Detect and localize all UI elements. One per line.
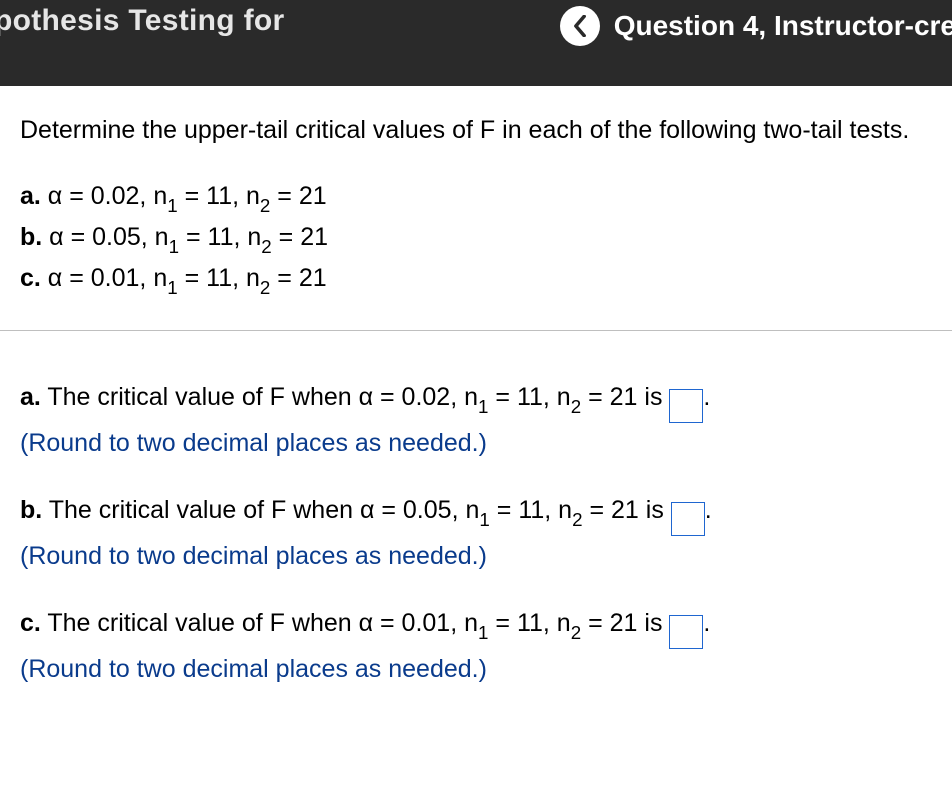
part-label: c. [20,609,41,637]
part-label: a. [20,182,41,210]
n2-value: 21 [610,609,638,637]
prev-question-button[interactable] [560,6,600,46]
question-prompt: Determine the upper-tail critical values… [20,116,932,145]
part-label: b. [20,496,42,524]
question-nav: Question 4, Instructor-cre [560,6,952,46]
given-part-c: c. α = 0.01, n1 = 11, n2 = 21 [20,259,932,300]
alpha-value: 0.01 [91,264,140,292]
part-label: a. [20,383,41,411]
n2-value: 21 [611,496,639,524]
n1-value: 11 [206,182,232,210]
n1-value: 11 [517,609,543,637]
period: . [703,609,710,637]
answer-part-a: a. The critical value of F when α = 0.02… [20,379,932,462]
divider [0,330,952,331]
is-word: is [644,383,662,411]
period: . [703,383,710,411]
answer-lead: The critical value of F when [47,609,351,637]
rounding-hint: (Round to two decimal places as needed.) [20,538,932,576]
alpha-value: 0.02 [402,383,451,411]
n1-value: 11 [517,383,543,411]
n2-value: 21 [610,383,638,411]
n2-value: 21 [299,264,327,292]
alpha-value: 0.05 [92,223,141,251]
alpha-value: 0.01 [402,609,451,637]
answer-input-a[interactable] [669,389,703,423]
rounding-hint: (Round to two decimal places as needed.) [20,651,932,689]
answer-input-c[interactable] [669,615,703,649]
assignment-title: pothesis Testing for [0,4,284,38]
question-label: Question 4, Instructor-cre [614,10,952,42]
n2-value: 21 [300,223,328,251]
answer-input-b[interactable] [671,502,705,536]
rounding-hint: (Round to two decimal places as needed.) [20,425,932,463]
given-parts: a. α = 0.02, n1 = 11, n2 = 21 b. α = 0.0… [20,177,932,300]
answer-part-b: b. The critical value of F when α = 0.05… [20,492,932,575]
n1-value: 11 [208,223,234,251]
answer-lead: The critical value of F when [47,383,351,411]
n1-value: 11 [206,264,232,292]
answer-lead: The critical value of F when [49,496,353,524]
given-part-a: a. α = 0.02, n1 = 11, n2 = 21 [20,177,932,218]
part-label: c. [20,264,41,292]
chevron-left-icon [573,15,587,37]
answer-part-c: c. The critical value of F when α = 0.01… [20,605,932,688]
given-part-b: b. α = 0.05, n1 = 11, n2 = 21 [20,218,932,259]
is-word: is [646,496,664,524]
question-content: Determine the upper-tail critical values… [0,86,952,738]
is-word: is [644,609,662,637]
n2-value: 21 [299,182,327,210]
n1-value: 11 [518,496,544,524]
alpha-value: 0.05 [403,496,452,524]
part-label: b. [20,223,42,251]
page-header: pothesis Testing for Question 4, Instruc… [0,0,952,86]
alpha-value: 0.02 [91,182,140,210]
period: . [705,496,712,524]
